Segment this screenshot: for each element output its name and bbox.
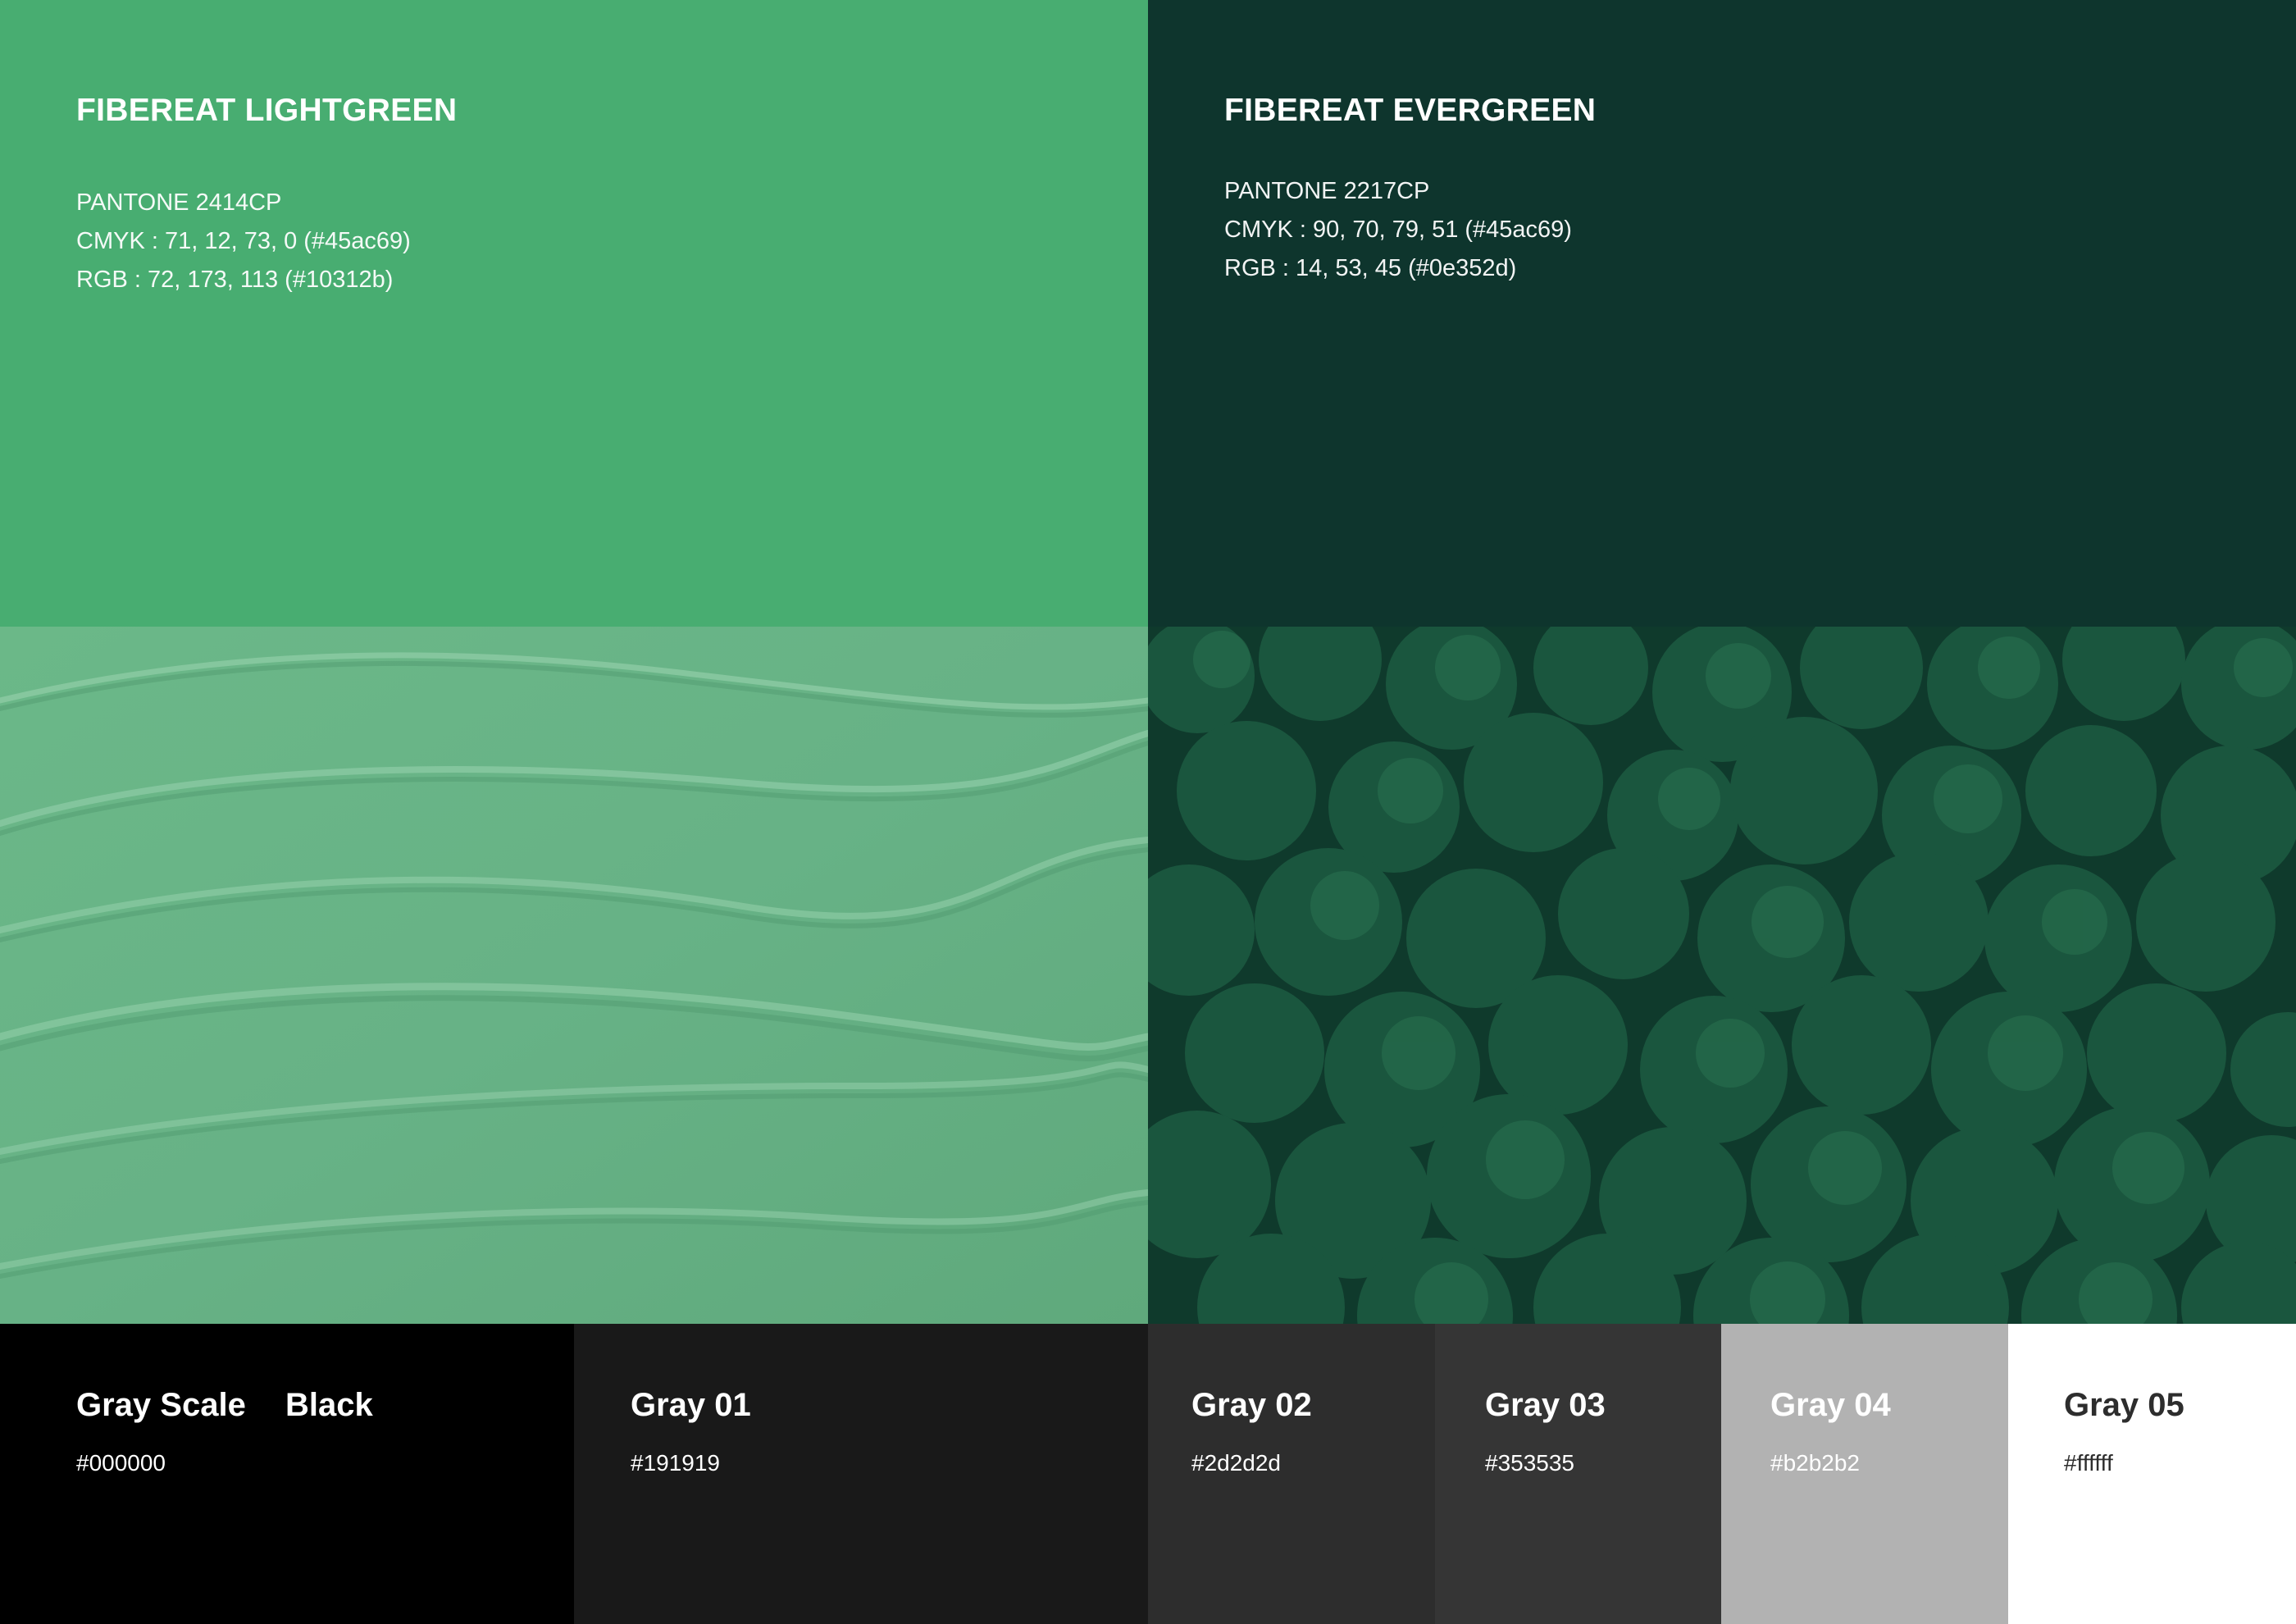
color-specs: PANTONE 2414CP CMYK : 71, 12, 73, 0 (#45… xyxy=(76,184,411,299)
swatch-name: Black xyxy=(285,1387,373,1423)
swatch-gray-01: Gray 01 #191919 xyxy=(574,1324,1148,1624)
swatch-hex: #ffffff xyxy=(2064,1450,2113,1476)
cmyk-value: CMYK : 71, 12, 73, 0 (#45ac69) xyxy=(76,228,411,254)
swatch-gray-05: Gray 05 #ffffff xyxy=(2008,1324,2296,1624)
forest-image xyxy=(1148,627,2296,1324)
swatch-hex: #b2b2b2 xyxy=(1770,1450,1861,1476)
swatch-name: Gray 05 xyxy=(2064,1387,2184,1423)
swatch-hex: #191919 xyxy=(631,1450,721,1476)
color-name: FIBEREAT LIGHTGREEN xyxy=(76,93,458,128)
green-texture-illustration xyxy=(0,627,1148,1324)
color-name: FIBEREAT EVERGREEN xyxy=(1224,93,1597,128)
swatch-black: Gray Scale Black #000000 xyxy=(0,1324,574,1624)
swatch-evergreen: FIBEREAT EVERGREEN PANTONE 2217CP CMYK :… xyxy=(1148,0,2296,627)
rgb-value: RGB : 14, 53, 45 (#0e352d) xyxy=(1224,255,1517,281)
swatch-name: Gray 01 xyxy=(631,1387,751,1423)
swatch-hex: #353535 xyxy=(1485,1450,1575,1476)
swatch-gray-02: Gray 02 #2d2d2d xyxy=(1148,1324,1435,1624)
swatch-name: Gray 03 xyxy=(1485,1387,1606,1423)
swatch-gray-04: Gray 04 #b2b2b2 xyxy=(1721,1324,2008,1624)
swatch-name: Gray 04 xyxy=(1770,1387,1891,1423)
green-texture-image xyxy=(0,627,1148,1324)
rgb-value: RGB : 72, 173, 113 (#10312b) xyxy=(76,267,394,293)
pantone-value: PANTONE 2217CP xyxy=(1224,178,1430,204)
grayscale-title: Gray Scale xyxy=(76,1387,246,1423)
swatch-hex: #000000 xyxy=(76,1450,166,1476)
forest-canopy-illustration xyxy=(1148,627,2296,1324)
pantone-value: PANTONE 2414CP xyxy=(76,189,282,216)
swatch-name: Gray 02 xyxy=(1191,1387,1312,1423)
cmyk-value: CMYK : 90, 70, 79, 51 (#45ac69) xyxy=(1224,217,1572,243)
swatch-hex: #2d2d2d xyxy=(1191,1450,1282,1476)
swatch-lightgreen: FIBEREAT LIGHTGREEN PANTONE 2414CP CMYK … xyxy=(0,0,1148,627)
color-specs: PANTONE 2217CP CMYK : 90, 70, 79, 51 (#4… xyxy=(1224,172,1572,288)
swatch-gray-03: Gray 03 #353535 xyxy=(1435,1324,1721,1624)
